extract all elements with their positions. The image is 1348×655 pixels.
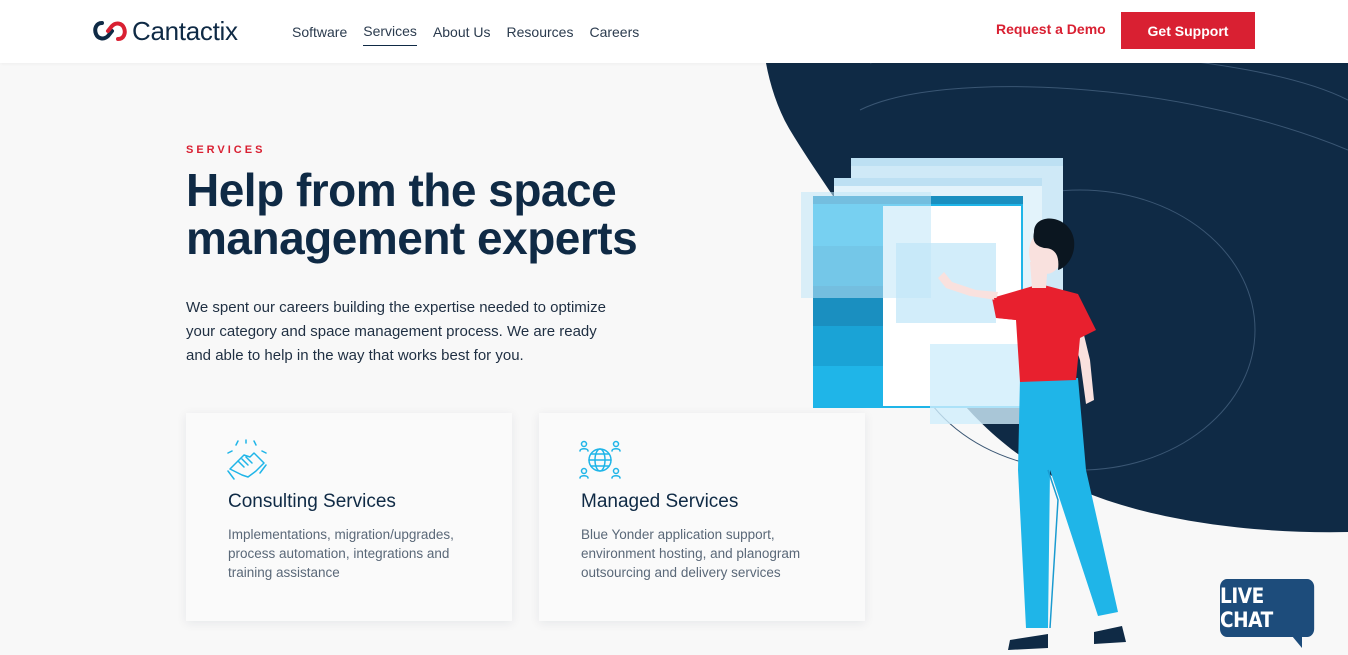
card-description: Blue Yonder application support, environ…: [581, 527, 801, 580]
card-title: Consulting Services: [228, 491, 396, 512]
page-title: Help from the space management experts: [186, 164, 638, 264]
nav-item-services[interactable]: Services: [363, 17, 417, 46]
nav-item-careers[interactable]: Careers: [589, 18, 639, 46]
hero-description: We spent our careers building the expert…: [186, 299, 606, 364]
get-support-button[interactable]: Get Support: [1121, 12, 1255, 49]
brand-logo[interactable]: Cantactix: [92, 14, 238, 48]
logo-mark-icon: [93, 21, 127, 41]
site-header: Cantactix Software Services About Us Res…: [0, 0, 1348, 63]
globe-network-icon: [579, 440, 621, 479]
service-card-managed[interactable]: Managed Services Blue Yonder application…: [539, 413, 865, 621]
live-chat-button[interactable]: LIVE CHAT: [1220, 579, 1315, 637]
card-description: Implementations, migration/upgrades, pro…: [228, 527, 454, 580]
chat-bubble-tail: [1292, 636, 1302, 648]
main-nav: Software Services About Us Resources Car…: [292, 0, 655, 63]
brand-name: Cantactix: [132, 15, 238, 46]
nav-item-about-us[interactable]: About Us: [433, 18, 491, 46]
nav-item-resources[interactable]: Resources: [507, 18, 574, 46]
request-demo-link[interactable]: Request a Demo: [996, 21, 1106, 37]
section-eyebrow: SERVICES: [186, 144, 266, 156]
handshake-icon: [227, 439, 267, 480]
card-title: Managed Services: [581, 491, 739, 512]
nav-item-software[interactable]: Software: [292, 18, 347, 46]
service-card-consulting[interactable]: Consulting Services Implementations, mig…: [186, 413, 512, 621]
